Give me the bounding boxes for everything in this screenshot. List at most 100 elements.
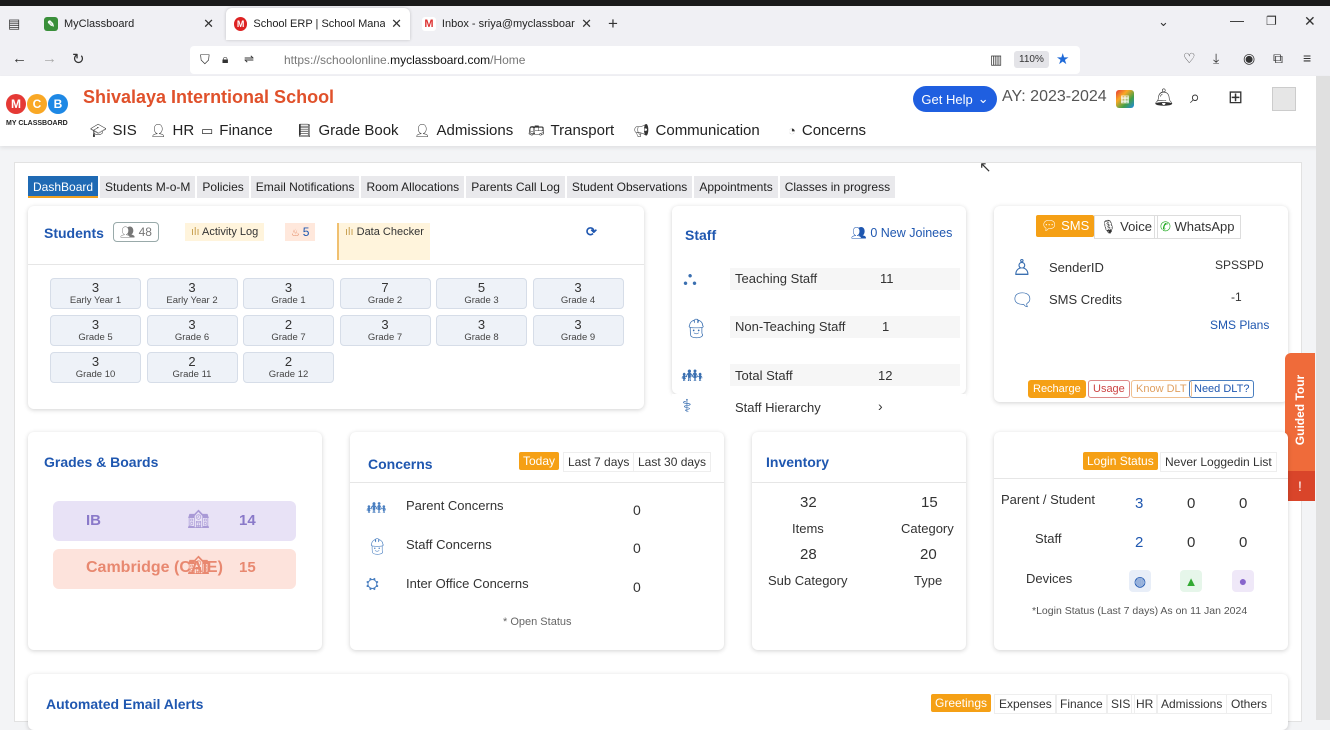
browser-tab-inbox[interactable]: M Inbox - sriya@myclassboard.in ✕ — [414, 8, 600, 40]
board-ib[interactable]: IB 🏫︎ 14 — [53, 501, 296, 541]
grade-cell[interactable]: 5 Grade 3 — [436, 278, 527, 309]
bell-icon[interactable]: 🔔︎ — [1153, 88, 1175, 108]
nav-hr[interactable]: 👤︎ HR — [150, 122, 194, 139]
sms-plans-link[interactable]: SMS Plans — [1210, 318, 1269, 332]
students-count[interactable]: 👥︎ 48 — [113, 222, 159, 242]
account-icon[interactable]: ◉ — [1243, 50, 1255, 67]
staff-concerns-value[interactable]: 0 — [633, 540, 641, 556]
nav-transport[interactable]: 🚌︎ Transport — [528, 122, 614, 139]
nav-concerns[interactable]: ◔ Concerns — [788, 122, 866, 139]
grade-cell[interactable]: 3 Grade 1 — [243, 278, 334, 309]
grade-cell[interactable]: 2 Grade 7 — [243, 315, 334, 346]
parent-concerns-value[interactable]: 0 — [633, 502, 641, 518]
subtab-students-mom[interactable]: Students M-o-M — [100, 176, 196, 198]
subtab-student-observations[interactable]: Student Observations — [566, 176, 693, 198]
grade-cell[interactable]: 3 Grade 10 — [50, 352, 141, 383]
subtab-dashboard[interactable]: DashBoard — [28, 176, 99, 198]
data-checker-button[interactable]: ılı Data Checker — [337, 223, 430, 260]
android-icon[interactable]: ▲ — [1180, 570, 1202, 592]
items-value[interactable]: 32 — [800, 494, 817, 511]
grade-cell[interactable]: 3 Grade 6 — [146, 315, 238, 346]
new-joinees-link[interactable]: 👥︎ 0 New Joinees — [851, 226, 952, 241]
subtab-parents-call-log[interactable]: Parents Call Log — [466, 176, 565, 198]
zoom-level[interactable]: 110% — [1014, 51, 1049, 68]
grade-cell[interactable]: 3 Grade 9 — [532, 315, 624, 346]
grade-cell[interactable]: 7 Grade 2 — [339, 278, 431, 309]
inter-office-concerns-value[interactable]: 0 — [633, 579, 641, 595]
new-tab-button[interactable]: + — [608, 14, 618, 34]
grade-cell[interactable]: 3 Grade 4 — [532, 278, 624, 309]
subtab-classes-in-progress[interactable]: Classes in progress — [779, 176, 896, 198]
scrollbar[interactable] — [1316, 76, 1330, 720]
email-tab-others[interactable]: Others — [1226, 694, 1273, 714]
pocket-icon[interactable]: ♡ — [1183, 50, 1196, 67]
minimize-icon[interactable]: — — [1230, 12, 1244, 28]
nav-finance[interactable]: ▭ Finance — [201, 122, 273, 139]
lock-icon[interactable]: 🔒︎ — [222, 52, 228, 67]
sms-tab[interactable]: 💬︎ SMS — [1036, 215, 1095, 237]
restore-icon[interactable]: ❐ — [1266, 14, 1277, 28]
email-tab-greetings[interactable]: Greetings — [931, 694, 992, 712]
recharge-button[interactable]: Recharge — [1028, 380, 1086, 398]
apple-icon[interactable]: ● — [1232, 570, 1254, 592]
close-tab-icon[interactable]: ✕ — [203, 16, 214, 32]
close-window-icon[interactable]: ✕ — [1304, 13, 1316, 30]
calendar-icon[interactable]: ▦ — [1116, 90, 1134, 108]
forward-icon[interactable]: → — [42, 50, 57, 67]
url-bar[interactable]: ⛉ 🔒︎ ⇌ https://schoolonline.myclassboard… — [190, 46, 1080, 74]
need-dlt-button[interactable]: Need DLT? — [1189, 380, 1255, 398]
close-tab-icon[interactable]: ✕ — [391, 16, 402, 32]
nav-grade-book[interactable]: 📘︎ Grade Book — [296, 122, 399, 139]
filter-last-7-days[interactable]: Last 7 days — [563, 452, 635, 472]
grade-cell[interactable]: 2 Grade 11 — [146, 352, 238, 383]
shield-icon[interactable]: ⛉ — [200, 52, 210, 68]
filter-last-30-days[interactable]: Last 30 days — [633, 452, 712, 472]
avatar[interactable] — [1272, 87, 1296, 111]
subtab-room-allocations[interactable]: Room Allocations — [361, 176, 465, 198]
downloads-icon[interactable]: ⤓ — [1213, 50, 1219, 67]
login-status-tab[interactable]: Login Status — [1083, 452, 1158, 470]
browser-tab-myclassboard[interactable]: ✎ MyClassboard ✕ — [36, 8, 222, 40]
chevron-right-icon[interactable]: › — [878, 398, 883, 414]
subtab-email-notifications[interactable]: Email Notifications — [250, 176, 360, 198]
grade-cell[interactable]: 3 Grade 7 — [339, 315, 431, 346]
browser-tab-school-erp[interactable]: M School ERP | School Manageme ✕ — [226, 8, 410, 40]
apps-grid-icon[interactable]: ⊞ — [1228, 87, 1243, 108]
email-tab-finance[interactable]: Finance — [1055, 694, 1108, 714]
grade-cell[interactable]: 2 Grade 12 — [243, 352, 334, 383]
subtab-appointments[interactable]: Appointments — [694, 176, 778, 198]
whatsapp-tab[interactable]: ✆ WhatsApp — [1154, 215, 1241, 239]
subtab-policies[interactable]: Policies — [197, 176, 249, 198]
reload-icon[interactable]: ↻ — [72, 50, 85, 68]
email-tab-expenses[interactable]: Expenses — [994, 694, 1057, 714]
bookmark-star-icon[interactable]: ★ — [1056, 50, 1069, 68]
alert-badge[interactable]: ♨ 5 — [285, 223, 316, 241]
sub-category-value[interactable]: 28 — [800, 546, 817, 563]
board-cambridge[interactable]: Cambridge (CAIE) 🏫︎ 15 — [53, 549, 296, 589]
web-globe-icon[interactable]: ◍ — [1129, 570, 1151, 592]
staff-count-a[interactable]: 2 — [1135, 534, 1143, 551]
email-tab-admissions[interactable]: Admissions — [1156, 694, 1228, 714]
refresh-icon[interactable]: ⟳ — [586, 224, 597, 240]
nav-admissions[interactable]: 👤︎ Admissions — [414, 122, 513, 139]
reader-view-icon[interactable]: ▥ — [990, 52, 1002, 68]
nav-communication[interactable]: 📢︎ Communication — [633, 122, 760, 139]
extensions-icon[interactable]: ⧉ — [1273, 50, 1283, 67]
category-value[interactable]: 15 — [921, 494, 938, 511]
grade-cell[interactable]: 3 Early Year 2 — [146, 278, 238, 309]
activity-log-button[interactable]: ılı Activity Log — [185, 223, 265, 241]
usage-button[interactable]: Usage — [1088, 380, 1130, 398]
get-help-button[interactable]: Get Help ⌄ — [913, 86, 997, 112]
close-tab-icon[interactable]: ✕ — [581, 16, 592, 32]
voice-tab[interactable]: 🎙︎ Voice — [1094, 215, 1158, 239]
url-text[interactable]: https://schoolonline.myclassboard.com/Ho… — [284, 53, 525, 67]
feedback-icon[interactable]: ! — [1285, 471, 1315, 501]
never-loggedin-tab[interactable]: Never Loggedin List — [1160, 452, 1277, 472]
nav-sis[interactable]: 🎓︎ SIS — [90, 122, 137, 139]
guided-tour-button[interactable]: Guided Tour — [1285, 353, 1315, 471]
parent-student-count-a[interactable]: 3 — [1135, 495, 1143, 512]
email-tab-hr[interactable]: HR — [1131, 694, 1159, 714]
staff-hierarchy-row[interactable]: ⚕ Staff Hierarchy › — [672, 394, 966, 420]
grade-cell[interactable]: 3 Grade 8 — [436, 315, 527, 346]
academic-year[interactable]: AY: 2023-2024 — [1002, 88, 1107, 106]
